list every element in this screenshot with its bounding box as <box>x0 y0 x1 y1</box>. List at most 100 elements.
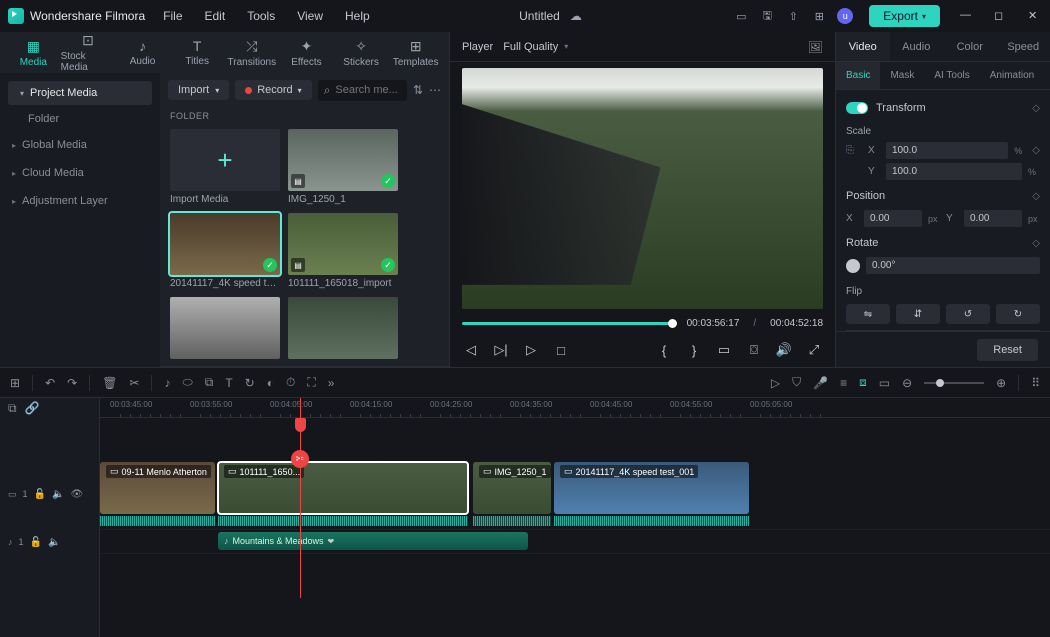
mark-out-icon[interactable]: } <box>685 343 703 358</box>
menu-view[interactable]: View <box>297 9 323 23</box>
thumb-image[interactable]: ✓ <box>170 213 280 275</box>
tab-titles[interactable]: TTitles <box>170 38 225 67</box>
user-avatar[interactable]: u <box>837 8 853 24</box>
sidebar-adjustment-layer[interactable]: Adjustment Layer <box>0 187 160 215</box>
fullscreen-icon[interactable]: ⤢ <box>805 342 823 358</box>
layout-icon[interactable]: ▭ <box>733 8 749 24</box>
time-ruler[interactable]: 00:03:45:0000:03:55:0000:04:05:0000:04:1… <box>100 398 1050 418</box>
menu-file[interactable]: File <box>163 9 182 23</box>
magnet-icon[interactable]: ⧈ <box>859 375 867 390</box>
thumb-image[interactable] <box>170 297 280 359</box>
stack-icon[interactable]: ⧉ <box>8 401 17 416</box>
video-clip[interactable]: ▭20141117_4K speed test_001 <box>554 462 749 514</box>
zoom-in-icon[interactable]: ⊕ <box>996 376 1006 390</box>
volume-icon[interactable]: 🔊 <box>775 342 793 358</box>
more-icon[interactable]: ⋯ <box>429 83 441 97</box>
ratio-icon[interactable]: ▭ <box>879 376 890 390</box>
video-clip[interactable]: ▭IMG_1250_1 <box>473 462 551 514</box>
pos-x-field[interactable]: 0.00 <box>864 210 922 227</box>
crop-icon[interactable]: ⧉ <box>205 375 214 390</box>
scale-x-field[interactable]: 100.0 <box>886 142 1008 159</box>
grid-icon[interactable]: ⊞ <box>10 376 20 390</box>
display-icon[interactable]: ▭ <box>715 342 733 358</box>
rotate-cw-button[interactable]: ↻ <box>996 304 1040 324</box>
keyframe-icon[interactable]: ◇ <box>1032 238 1040 249</box>
keyframe-icon[interactable]: ◇ <box>1032 145 1040 156</box>
subtab-ai-tools[interactable]: AI Tools <box>924 62 979 89</box>
sidebar-folder[interactable]: Folder <box>0 107 160 131</box>
eye-icon[interactable]: 👁 <box>70 489 83 500</box>
snapshot-icon[interactable]: 🖼 <box>808 40 823 54</box>
keyframe-icon[interactable]: ◇ <box>1032 103 1040 114</box>
delete-icon[interactable]: 🗑 <box>102 376 117 390</box>
menu-tools[interactable]: Tools <box>247 9 275 23</box>
track-view-icon[interactable]: ⠿ <box>1031 376 1040 390</box>
undo-icon[interactable]: ↶ <box>45 376 55 390</box>
zoom-knob[interactable] <box>936 379 944 387</box>
insp-tab-speed[interactable]: Speed <box>997 32 1050 61</box>
redo-icon[interactable]: ↷ <box>67 376 77 390</box>
lock-icon[interactable]: 🔓 <box>30 537 42 548</box>
save-icon[interactable]: 🖫 <box>759 8 775 24</box>
audio-clip[interactable]: ♪Mountains & Meadows❤ <box>218 532 528 550</box>
play-back-icon[interactable]: ▷| <box>492 342 510 358</box>
lock-icon[interactable]: 🔓 <box>34 489 46 500</box>
camera-icon[interactable]: ⌼ <box>745 342 763 358</box>
subtab-animation[interactable]: Animation <box>980 62 1044 89</box>
music-icon[interactable]: ♪ <box>164 376 170 390</box>
keyframe-icon[interactable]: ◇ <box>1032 191 1040 202</box>
apps-icon[interactable]: ⊞ <box>811 8 827 24</box>
cloud-sync-icon[interactable]: ☁ <box>568 8 584 24</box>
rotate-field[interactable]: 0.00° <box>866 257 1040 274</box>
mute-icon[interactable]: 🔈 <box>48 537 60 548</box>
import-media-button[interactable]: + <box>170 129 280 191</box>
subtab-mask[interactable]: Mask <box>880 62 924 89</box>
rotate-ccw-button[interactable]: ↺ <box>946 304 990 324</box>
playhead-line[interactable] <box>300 398 301 598</box>
scale-y-field[interactable]: 100.0 <box>886 163 1022 180</box>
close-button[interactable]: ✕ <box>1028 9 1042 23</box>
color-icon[interactable]: ◐ <box>267 376 274 390</box>
stop-icon[interactable]: □ <box>552 343 570 358</box>
record-dropdown[interactable]: Record <box>235 80 311 100</box>
preview-viewport[interactable] <box>462 68 823 309</box>
cut-icon[interactable]: ✂ <box>129 376 139 390</box>
zoom-slider[interactable] <box>924 382 984 384</box>
tab-audio[interactable]: ♪Audio <box>115 38 170 67</box>
thumb-image[interactable]: ▤✓ <box>288 213 398 275</box>
rotate-knob[interactable] <box>846 259 860 273</box>
transform-header[interactable]: Transform ◇ <box>846 96 1040 120</box>
menu-edit[interactable]: Edit <box>205 9 226 23</box>
thumb-image[interactable]: ▤✓ <box>288 129 398 191</box>
pos-y-field[interactable]: 0.00 <box>964 210 1022 227</box>
play-icon[interactable]: ▷ <box>522 342 540 358</box>
prev-frame-icon[interactable]: ◁ <box>462 342 480 358</box>
mute-icon[interactable]: 🔈 <box>52 489 64 500</box>
tab-templates[interactable]: ⊞Templates <box>388 38 443 68</box>
upload-icon[interactable]: ⇧ <box>785 8 801 24</box>
insp-tab-video[interactable]: Video <box>836 32 890 61</box>
mic-icon[interactable]: 🎤 <box>813 376 828 390</box>
zoom-out-icon[interactable]: ⊖ <box>902 376 912 390</box>
rotate-icon[interactable]: ↻ <box>245 376 255 390</box>
quality-dropdown[interactable]: Full Quality▾ <box>503 41 568 53</box>
minimize-button[interactable]: — <box>960 9 974 23</box>
link-icon[interactable]: 🔗 <box>25 401 40 415</box>
video-clip[interactable]: ▭101111_1650... <box>218 462 468 514</box>
insp-tab-audio[interactable]: Audio <box>890 32 944 61</box>
export-button[interactable]: Export▾ <box>869 5 940 27</box>
mixer-icon[interactable]: ≡ <box>840 376 847 390</box>
more-tools-icon[interactable]: » <box>328 376 335 390</box>
subtab-basic[interactable]: Basic <box>836 62 880 89</box>
tab-media[interactable]: ▦Media <box>6 38 61 68</box>
search-box[interactable]: ⌕ <box>318 80 407 101</box>
timeline-tracks[interactable]: 00:03:45:0000:03:55:0000:04:05:0000:04:1… <box>100 398 1050 637</box>
link-icon[interactable]: ⎘ <box>846 145 862 156</box>
search-input[interactable] <box>335 84 401 96</box>
reset-button[interactable]: Reset <box>977 339 1038 361</box>
video-clip[interactable]: ▭09-11 Menlo Atherton <box>100 462 215 514</box>
video-track[interactable]: ▭09-11 Menlo Atherton▭101111_1650...▭IMG… <box>100 458 1050 530</box>
maximize-button[interactable]: ◻ <box>994 9 1008 23</box>
sidebar-project-media[interactable]: Project Media <box>8 81 152 105</box>
flip-v-button[interactable]: ⇵ <box>896 304 940 324</box>
